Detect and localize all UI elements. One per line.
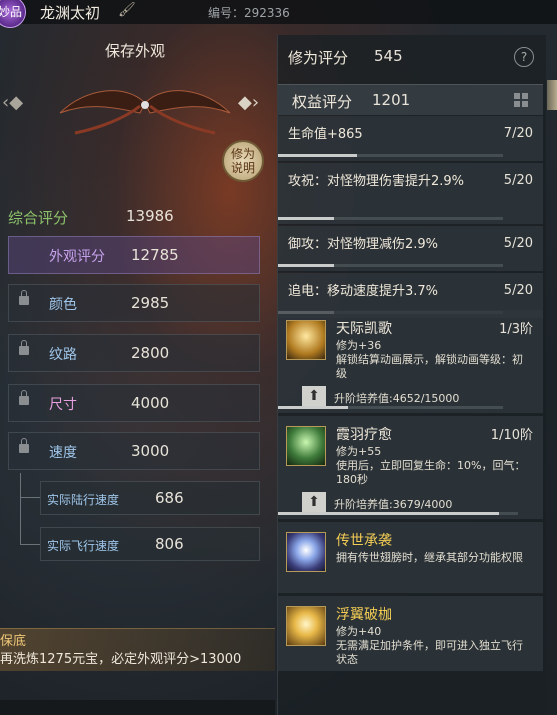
cultivation-score-value: 545 [374,47,403,65]
right-panel: 修为评分 545 ? 权益评分 1201 生命值+865 7/20 攻祝：对怪物… [277,35,546,715]
flight-speed-row: 实际飞行速度 806 [40,527,260,561]
skill-description: 修为+55 使用后，立即回复生命：10%，回气：180秒 [336,445,526,486]
top-bar: 妙品 龙渊太初 🖌 编号：292336 [0,0,557,28]
bottom-toolbar [0,700,275,715]
heal-skill-icon [286,426,326,466]
row-value: 12785 [131,246,179,264]
skill-name: 霞羽疗愈 [336,427,392,443]
tree-line [20,497,40,498]
explain-button-label: 修为 说明 [230,147,255,175]
attribute-card: 攻祝：对怪物理伤害提升2.9% 5/20 [278,163,543,225]
item-code: 编号：292336 [208,6,290,20]
skill-description: 修为+36 解锁结算动画展示，解锁动画等级：初级 [336,339,523,380]
skill-card[interactable]: 浮翼破枷 修为+40 无需满足加护条件，即可进入独立飞行状态 [278,596,543,672]
attribute-bar-fill [278,217,335,220]
tree-line [20,544,40,545]
cultivation-score-label: 修为评分 [288,49,349,67]
lock-icon[interactable] [19,340,29,355]
grid-icon[interactable] [514,93,528,107]
lock-icon[interactable] [19,290,29,305]
attribute-text: 追电：移动速度提升3.7% [288,284,439,299]
upgrade-progress-text: 升阶培养值:4652/15000 [334,392,460,405]
row-value: 2800 [131,344,170,362]
attribute-bar [278,154,503,157]
skill-name: 传世承袭 [336,533,392,549]
skill-card[interactable]: 天际凯歌 1/3阶 修为+36 解锁结算动画展示，解锁动画等级：初级 ⬆ 升阶培… [278,310,543,414]
guarantee-title: 保底 [0,634,27,649]
guarantee-text: 再洗炼1275元宝，必定外观评分>13000 [0,652,242,667]
skill-description: 修为+40 无需满足加护条件，即可进入独立飞行状态 [336,625,523,666]
size-row: 尺寸 4000 [8,384,260,422]
attribute-card: 御攻：对怪物理减伤2.9% 5/20 [278,226,543,272]
quality-badge: 妙品 [0,0,26,28]
upgrade-progress-text: 升阶培养值:3679/4000 [334,498,453,511]
triumph-skill-icon [286,320,326,360]
prev-arrow-icon[interactable]: ‹◆ [2,92,23,113]
item-name: 龙渊太初 [40,4,101,22]
ground-speed-row: 实际陆行速度 686 [40,481,260,515]
lock-icon[interactable] [19,390,29,405]
upgrade-arrow-icon[interactable]: ⬆ [302,386,326,406]
skill-card[interactable]: 传世承袭 拥有传世翅膀时，继承其部分功能权限 [278,522,543,594]
appearance-score-row: 外观评分 12785 [8,236,260,274]
row-value: 806 [155,535,184,553]
guarantee-banner: 保底 再洗炼1275元宝，必定外观评分>13000 [0,628,275,671]
attribute-progress: 7/20 [503,126,533,141]
attribute-progress: 5/20 [503,236,533,251]
attribute-progress: 5/20 [503,283,533,298]
attribute-progress: 5/20 [503,173,533,188]
attribute-text: 攻祝：对怪物理伤害提升2.9% [288,174,465,189]
row-value: 4000 [131,394,170,412]
attribute-text: 生命值+865 [288,127,363,142]
row-label: 颜色 [49,297,77,313]
speed-row: 速度 3000 [8,432,260,470]
color-row: 颜色 2985 [8,284,260,322]
rights-score-header: 权益评分 1201 [278,84,543,115]
upgrade-bar [278,512,518,515]
row-label: 纹路 [49,347,77,363]
wings-preview [59,90,231,135]
attribute-bar [278,264,503,267]
wing-skill-icon [286,606,326,646]
rights-score-value: 1201 [372,91,411,109]
row-label: 外观评分 [49,249,105,265]
skill-card[interactable]: 霞羽疗愈 1/10阶 修为+55 使用后，立即回复生命：10%，回气：180秒 … [278,416,543,520]
skill-name: 天际凯歌 [336,321,392,337]
upgrade-bar-fill [278,512,499,515]
side-decoration [547,80,557,110]
skill-description: 拥有传世翅膀时，继承其部分功能权限 [336,551,523,564]
attribute-bar-fill [278,264,335,267]
row-value: 686 [155,489,184,507]
rename-brush-icon[interactable]: 🖌 [118,2,136,18]
lock-icon[interactable] [19,438,29,453]
row-value: 2985 [131,294,170,312]
attribute-card: 生命值+865 7/20 [278,116,543,162]
skill-stage: 1/10阶 [490,428,533,443]
row-label: 速度 [49,445,77,461]
overall-score-label: 综合评分 [8,209,69,227]
row-label: 实际陆行速度 [47,493,120,507]
next-arrow-icon[interactable]: ◆› [238,92,259,113]
row-label: 尺寸 [49,397,77,413]
cultivation-explain-button[interactable]: 修为 说明 [222,140,264,182]
attribute-bar-fill [278,154,357,157]
save-appearance-title[interactable]: 保存外观 [0,40,270,61]
help-icon[interactable]: ? [514,47,534,67]
pattern-row: 纹路 2800 [8,334,260,372]
tree-line [20,473,21,545]
skill-name: 浮翼破枷 [336,607,392,623]
overall-score-value: 13986 [126,207,174,225]
row-value: 3000 [131,442,170,460]
attribute-text: 御攻：对怪物理减伤2.9% [288,237,439,252]
upgrade-arrow-icon[interactable]: ⬆ [302,492,326,512]
skill-stage: 1/3阶 [499,322,533,337]
upgrade-bar [278,406,503,409]
rights-score-label: 权益评分 [292,93,353,111]
row-label: 实际飞行速度 [47,539,120,553]
attribute-bar [278,217,503,220]
inheritance-skill-icon [286,532,326,572]
upgrade-bar-fill [278,406,348,409]
